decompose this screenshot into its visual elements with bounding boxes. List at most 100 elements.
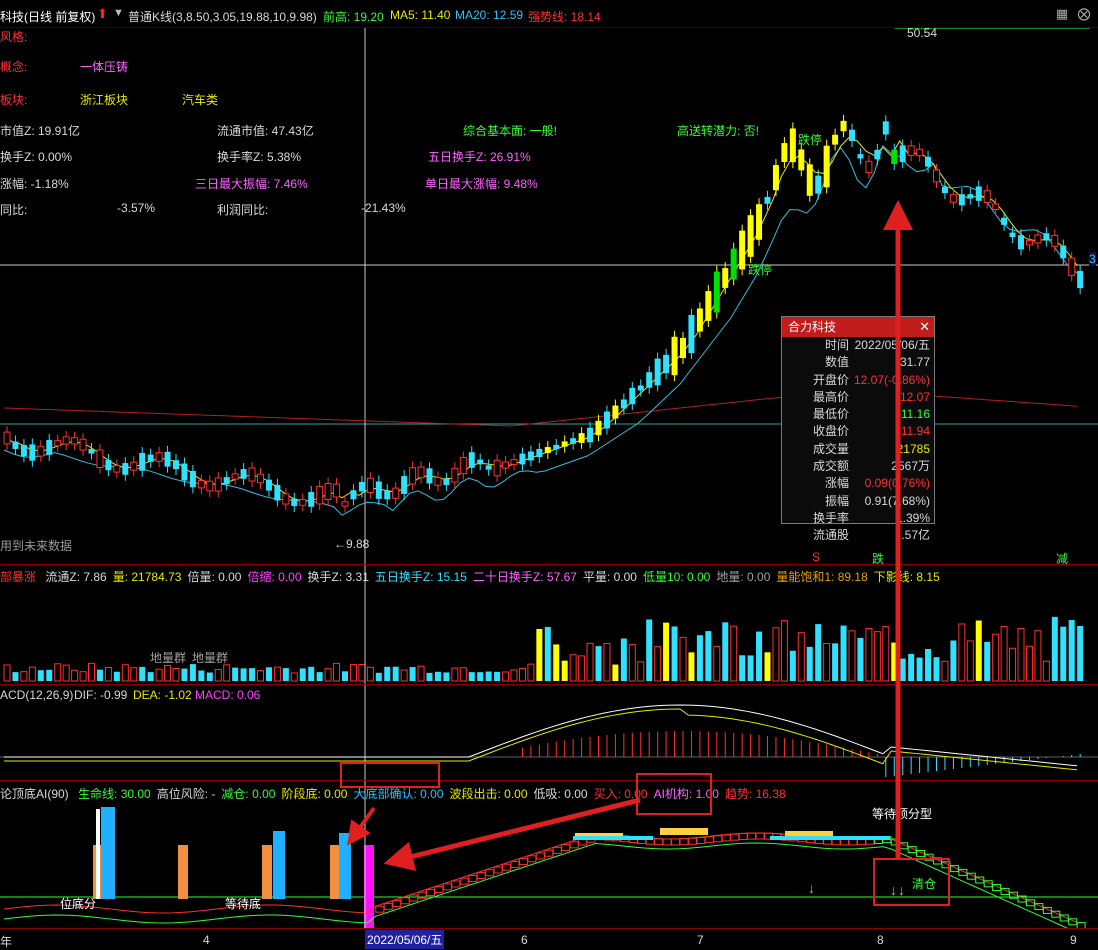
tooltip-value: 12.07(-0.86%): [853, 372, 930, 387]
turnover-rate-z-label: 换手率Z: 5.38%: [217, 150, 302, 164]
candle-body: [105, 460, 112, 471]
grid-icon[interactable]: ▦: [1054, 6, 1070, 22]
tooltip-value: 11.16: [900, 407, 930, 422]
trend-step-box: [696, 837, 706, 845]
volume-indicator-item: 下影线: 8.15: [873, 570, 940, 584]
tooltip-row: 最高价 12.07: [782, 389, 934, 406]
volume-panel[interactable]: 部暴涨 流通Z: 7.86 量: 21784.73 倍量: 0.00 倍缩: 0.00…: [0, 564, 1098, 684]
volume-indicator-item: 换手Z: 3.31: [307, 570, 369, 584]
tooltip-row: 最低价 11.16: [782, 406, 934, 423]
volume-bar: [739, 655, 746, 681]
trend-step-box: [502, 863, 512, 871]
trend-step-box: [713, 835, 723, 843]
candle-body: [967, 194, 974, 199]
tooltip-row: 流通股 1.57亿: [782, 527, 934, 544]
volume-bar: [12, 672, 19, 681]
ma20-label: MA20: 12.59: [455, 8, 524, 22]
trend-step-box: [654, 838, 664, 846]
candle-body: [122, 463, 129, 475]
candle-body: [840, 120, 847, 132]
volume-bar: [290, 672, 298, 682]
volume-bar: [443, 672, 450, 681]
candle-body: [426, 468, 433, 484]
tooltip-row: 换手率 1.39%: [782, 510, 934, 527]
close-icon[interactable]: ✕: [919, 319, 930, 335]
candle-body: [832, 134, 839, 145]
tooltip-key: 最高价: [812, 389, 849, 404]
strong-line-label: 强势线: 18.14: [528, 10, 601, 24]
volume-bar: [696, 635, 703, 681]
five-day-turnover-label: 五日换手Z: 26.91%: [428, 150, 531, 164]
volume-bar: [857, 637, 864, 681]
kline-type-label[interactable]: 普通K线(3,8.50,3.05,19.88,10,9.98): [128, 8, 317, 25]
dropdown-circle-icon[interactable]: ▼: [113, 7, 124, 19]
volume-bar: [764, 652, 771, 681]
ai-indicator-item: 波段出击: 0.00: [449, 787, 528, 801]
right-price-tag: 3: [1089, 252, 1096, 266]
volume-bar: [975, 620, 982, 681]
quote-tooltip[interactable]: 合力科技 ✕ 时间 2022/05/06/五 数值 31.77 开盘价 12.07(-0.…: [781, 316, 935, 542]
candle-body: [949, 194, 957, 203]
close-icon[interactable]: ⨂: [1076, 6, 1092, 22]
trend-step-box: [493, 866, 503, 874]
candle-body: [510, 459, 518, 465]
candle-body: [291, 498, 298, 507]
volume-bar: [671, 626, 678, 681]
high-mark-label: 50.54: [907, 28, 938, 40]
volume-bar: [214, 669, 222, 682]
candle-body: [992, 203, 1000, 210]
volume-bar: [468, 672, 475, 681]
volume-bar: [494, 671, 501, 681]
volume-bar: [409, 667, 416, 681]
bottom-die-label: 跌: [872, 552, 885, 564]
candle-body: [62, 436, 70, 445]
tooltip-key: 流通股: [812, 528, 849, 543]
volume-bar: [747, 655, 754, 681]
tooltip-key: 涨幅: [824, 476, 849, 491]
candle-body: [899, 145, 906, 163]
trend-step-box: [747, 832, 757, 840]
bottom-jian-label: 减: [1056, 552, 1069, 564]
candle-body: [1060, 245, 1067, 259]
volume-bar: [358, 664, 366, 682]
candle-body: [96, 449, 104, 469]
volume-bar: [198, 670, 205, 681]
candle-body: [366, 477, 374, 494]
tooltip-key: 收盘价: [812, 424, 849, 439]
candle-body: [603, 411, 610, 429]
volume-bar: [104, 666, 112, 682]
macd-panel[interactable]: ACD(12,26,9) DIF: -0.99 DEA: -1.02 MACD:…: [0, 684, 1098, 780]
tooltip-row: 数值 31.77: [782, 354, 934, 371]
bottom-s-label: S: [812, 550, 821, 564]
volume-bar: [333, 662, 341, 682]
volume-bar: [840, 625, 847, 681]
volume-bar: [595, 646, 602, 681]
ai-indicator-item: 高位风险: -: [156, 787, 216, 801]
volume-bar: [654, 646, 662, 682]
candle-body: [654, 358, 661, 386]
candle-body: [688, 314, 695, 354]
volume-bar: [536, 629, 543, 681]
ai-indicator-item: 阶段底: 0.00: [281, 787, 348, 801]
volume-bar: [249, 668, 256, 681]
candle-body: [663, 354, 670, 374]
candle-body: [299, 498, 307, 506]
candle-body: [527, 451, 534, 461]
date-cursor-label: 2022/05/06/五: [365, 930, 445, 949]
volume-bar: [1000, 626, 1008, 682]
volume-bar: [240, 668, 247, 681]
candle-body: [240, 469, 247, 479]
volume-bar: [20, 671, 28, 682]
volume-bar: [713, 645, 721, 682]
candle-body: [333, 483, 341, 498]
tick-9: 9: [1070, 933, 1077, 947]
candle-body: [595, 420, 602, 436]
candle-body: [459, 456, 467, 475]
up-arrow-icon[interactable]: ⬆: [97, 6, 108, 22]
peak-highlight-cyan: [770, 836, 890, 840]
candle-body: [857, 154, 864, 159]
candle-body: [730, 248, 737, 280]
tooltip-row: 收盘价 11.94: [782, 423, 934, 440]
candle-body: [316, 485, 324, 505]
volume-title: 部暴涨: [0, 570, 37, 584]
